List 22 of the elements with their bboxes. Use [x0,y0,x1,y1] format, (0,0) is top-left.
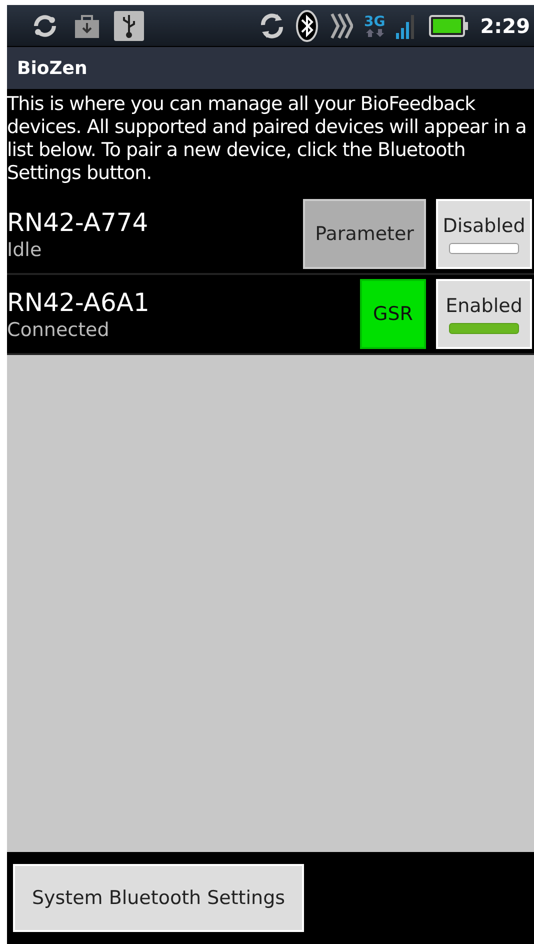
description-text: This is where you can manage all your BioFeedback devices. All supported and paired devices will appear in a list below. To pair a new device, click the Bluetooth Settings button. [7,93,528,185]
bluetooth-icon [296,10,318,42]
toggle-button[interactable]: Disabled [436,199,532,269]
device-status: Idle [7,238,43,260]
parameter-button[interactable]: Parameter [303,199,426,269]
device-status: Connected [7,318,110,340]
bluetooth-settings-button[interactable]: System Bluetooth Settings [13,864,304,932]
data-arrows-icon [364,28,385,36]
device-row[interactable]: RN42-A6A1 Connected GSR Enabled [7,275,534,355]
toggle-button[interactable]: Enabled [436,279,532,349]
wave-icon [329,10,354,40]
device-name: RN42-A774 [7,208,150,236]
download-icon [74,12,100,38]
usb-icon [114,10,144,40]
battery-icon [429,14,470,36]
sensor-button[interactable]: GSR [360,279,426,349]
sync-icon [259,10,286,40]
device-name: RN42-A6A1 [7,288,150,316]
device-row[interactable]: RN42-A774 Idle Parameter Disabled [7,195,534,275]
clock-time: 2:29 [480,14,530,38]
app-title: BioZen [17,58,88,78]
network-type: 3G [364,14,386,28]
